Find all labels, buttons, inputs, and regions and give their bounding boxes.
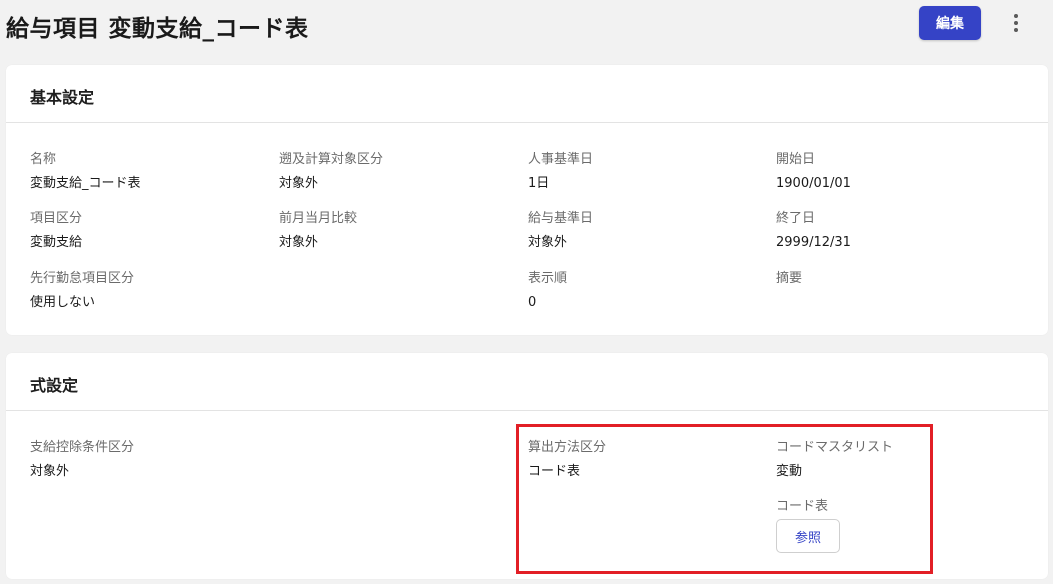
field-code-table: コード表: [776, 498, 828, 516]
field-end-date: 終了日 2999/12/31: [776, 210, 851, 252]
field-label: 終了日: [776, 211, 816, 226]
field-label: 項目区分: [30, 211, 83, 226]
field-value: 1900/01/01: [776, 176, 851, 191]
field-label: 人事基準日: [528, 152, 594, 167]
field-calculation-method: 算出方法区分 コード表: [528, 439, 606, 481]
formula-settings-title: 式設定: [30, 376, 79, 395]
field-month-compare: 前月当月比較 対象外: [279, 210, 357, 252]
page: 給与項目 変動支給_コード表 編集 基本設定 名称 変動支給_コード表 遡及計算…: [0, 0, 1053, 584]
field-value: コード表: [528, 464, 581, 479]
field-value: 0: [528, 295, 537, 310]
top-bar: 給与項目 変動支給_コード表 編集: [0, 0, 1053, 50]
reference-button[interactable]: 参照: [776, 519, 840, 553]
field-label: 開始日: [776, 152, 816, 167]
basic-settings-header: 基本設定: [6, 65, 1048, 123]
edit-button[interactable]: 編集: [919, 6, 981, 40]
field-value: 対象外: [279, 235, 319, 250]
field-code-master-list: コードマスタリスト 変動: [776, 439, 893, 481]
field-label: 表示順: [528, 271, 568, 286]
field-value: 1日: [528, 176, 550, 191]
field-salary-base-date: 給与基準日 対象外: [528, 210, 593, 252]
page-title: 給与項目 変動支給_コード表: [6, 16, 309, 42]
field-advance-attendance: 先行勤怠項目区分 使用しない: [30, 270, 134, 312]
field-label: コード表: [776, 499, 829, 514]
field-label: コードマスタリスト: [776, 440, 894, 455]
field-label: 給与基準日: [528, 211, 594, 226]
field-value: 変動: [776, 464, 803, 479]
field-retro-calc: 遡及計算対象区分 対象外: [279, 151, 383, 193]
basic-settings-title: 基本設定: [30, 88, 95, 107]
field-label: 摘要: [776, 271, 803, 286]
field-summary: 摘要: [776, 270, 802, 294]
field-name: 名称 変動支給_コード表: [30, 151, 141, 193]
field-payment-deduction-condition: 支給控除条件区分 対象外: [30, 439, 134, 481]
field-label: 遡及計算対象区分: [279, 152, 384, 167]
field-value: 対象外: [30, 464, 70, 479]
field-value: 使用しない: [30, 295, 96, 310]
field-label: 支給控除条件区分: [30, 440, 135, 455]
basic-settings-card: 基本設定 名称 変動支給_コード表 遡及計算対象区分 対象外 人事基準日 1日 …: [6, 65, 1048, 335]
field-value: 2999/12/31: [776, 235, 851, 250]
more-options-button[interactable]: [1003, 8, 1029, 38]
field-label: 前月当月比較: [279, 211, 358, 226]
formula-settings-header: 式設定: [6, 353, 1048, 411]
field-label: 算出方法区分: [528, 440, 607, 455]
field-label: 名称: [30, 152, 57, 167]
field-value: 変動支給_コード表: [30, 176, 141, 191]
field-value: 変動支給: [30, 235, 83, 250]
field-value: 対象外: [279, 176, 319, 191]
formula-settings-card: 式設定 支給控除条件区分 対象外 算出方法区分 コード表 コードマスタリスト 変…: [6, 353, 1048, 579]
field-hr-base-date: 人事基準日 1日: [528, 151, 593, 193]
field-item-category: 項目区分 変動支給: [30, 210, 82, 252]
more-vertical-icon: [1014, 14, 1018, 32]
field-value: 対象外: [528, 235, 568, 250]
field-display-order: 表示順 0: [528, 270, 567, 312]
field-label: 先行勤怠項目区分: [30, 271, 135, 286]
field-start-date: 開始日 1900/01/01: [776, 151, 851, 193]
